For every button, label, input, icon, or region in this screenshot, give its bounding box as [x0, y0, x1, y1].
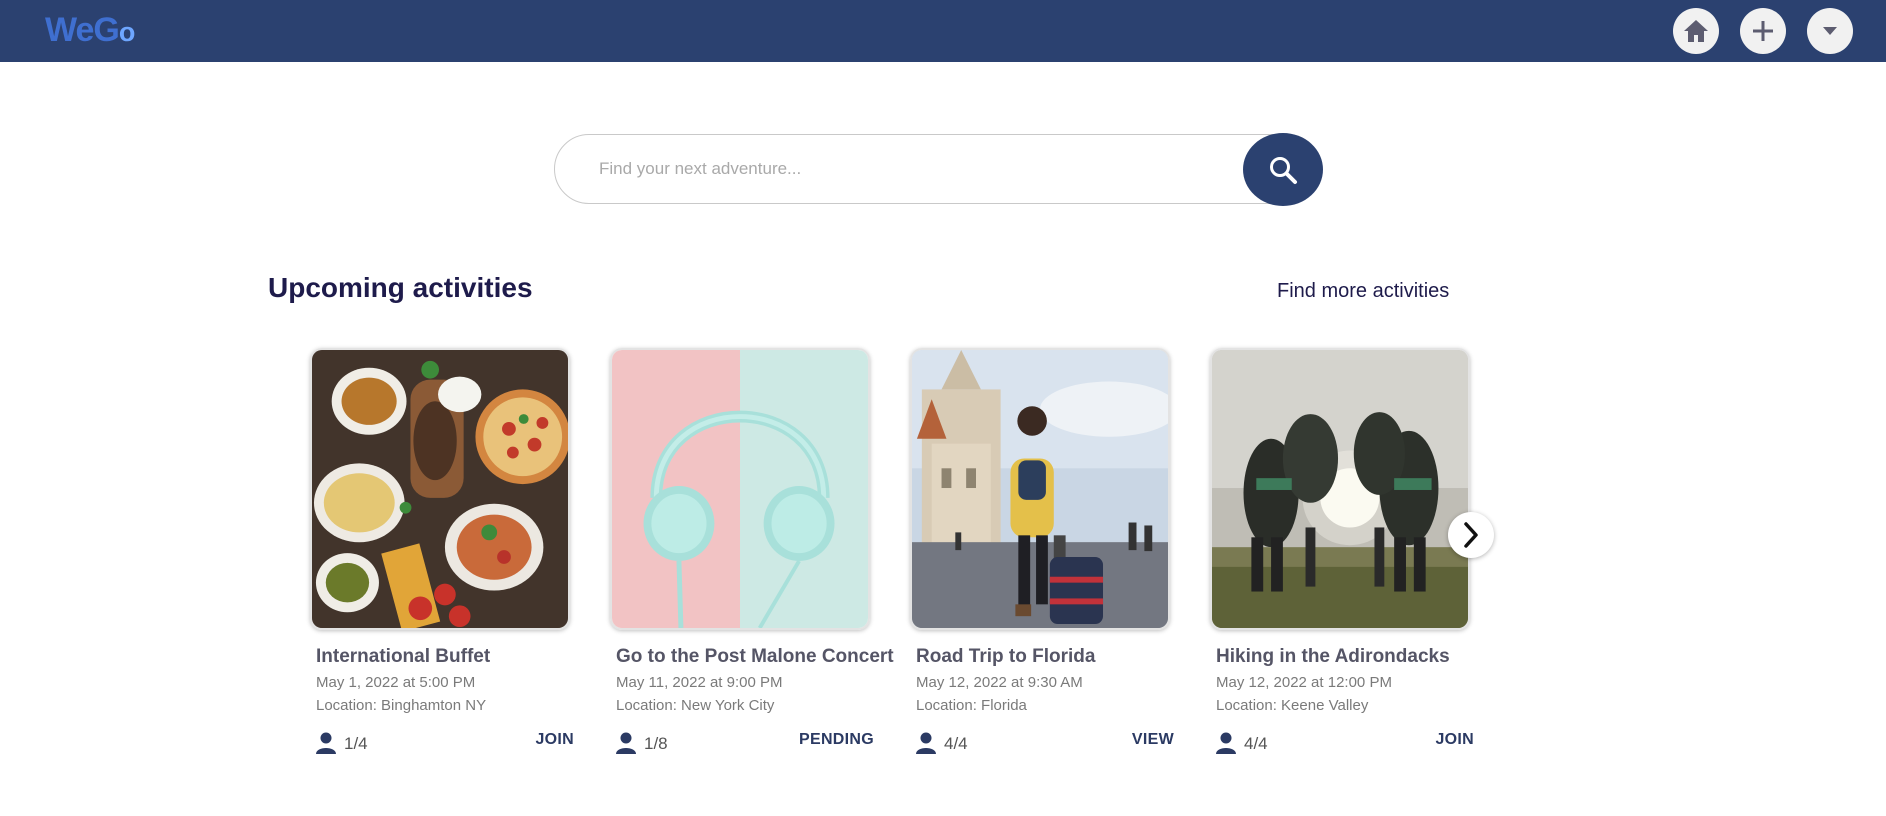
activity-image-headphones[interactable] [610, 348, 870, 630]
person-icon [616, 732, 636, 754]
activity-location: Location: Florida [916, 697, 1027, 714]
search-bar [554, 134, 1322, 204]
activity-title: Go to the Post Malone Concert [616, 646, 894, 667]
attendee-count: 1/8 [644, 734, 668, 753]
activity-image-food[interactable] [310, 348, 570, 630]
activity-title: Road Trip to Florida [916, 646, 1096, 667]
top-navbar: WeGo [0, 0, 1886, 62]
activity-card: Hiking in the Adirondacks May 12, 2022 a… [1210, 348, 1474, 758]
carousel-next-button[interactable] [1448, 512, 1494, 558]
view-button[interactable]: VIEW [1132, 731, 1174, 749]
logo-text-o: o [118, 17, 135, 47]
person-icon [1216, 732, 1236, 754]
activity-date: May 11, 2022 at 9:00 PM [616, 674, 783, 691]
activity-card: Go to the Post Malone Concert May 11, 20… [610, 348, 894, 758]
activity-title: Hiking in the Adirondacks [1216, 646, 1450, 667]
person-icon [916, 732, 936, 754]
activity-date: May 12, 2022 at 9:30 AM [916, 674, 1083, 691]
home-button[interactable] [1673, 8, 1719, 54]
pending-button[interactable]: PENDING [799, 731, 874, 749]
join-button[interactable]: JOIN [1435, 731, 1474, 749]
attendee-count: 1/4 [344, 734, 368, 753]
find-more-activities-link[interactable]: Find more activities [1277, 279, 1449, 303]
activity-card: International Buffet May 1, 2022 at 5:00… [310, 348, 574, 758]
activity-image-traveler[interactable] [910, 348, 1170, 630]
attendee-count: 4/4 [944, 734, 968, 753]
search-input[interactable] [599, 135, 1239, 203]
logo-text-we: We [45, 11, 94, 49]
person-icon [316, 732, 336, 754]
chevron-right-icon [1464, 522, 1478, 548]
search-button[interactable] [1243, 133, 1323, 206]
logo-text-g: G [93, 11, 119, 49]
account-menu-button[interactable] [1807, 8, 1853, 54]
plus-icon [1753, 21, 1773, 41]
wego-logo[interactable]: WeGo [45, 10, 135, 52]
activity-location: Location: Binghamton NY [316, 697, 487, 714]
activity-location: Location: New York City [616, 697, 775, 714]
add-activity-button[interactable] [1740, 8, 1786, 54]
activity-location: Location: Keene Valley [1216, 697, 1369, 714]
activity-date: May 1, 2022 at 5:00 PM [316, 674, 476, 691]
search-icon [1270, 156, 1297, 184]
join-button[interactable]: JOIN [535, 731, 574, 749]
attendee-count: 4/4 [1244, 734, 1268, 753]
activity-card: Road Trip to Florida May 12, 2022 at 9:3… [910, 348, 1174, 758]
home-icon [1684, 20, 1708, 42]
caret-down-icon [1823, 27, 1837, 35]
activity-image-huddle[interactable] [1210, 348, 1470, 630]
section-title: Upcoming activities [268, 272, 533, 303]
activity-date: May 12, 2022 at 12:00 PM [1216, 674, 1392, 691]
activity-title: International Buffet [316, 646, 491, 667]
